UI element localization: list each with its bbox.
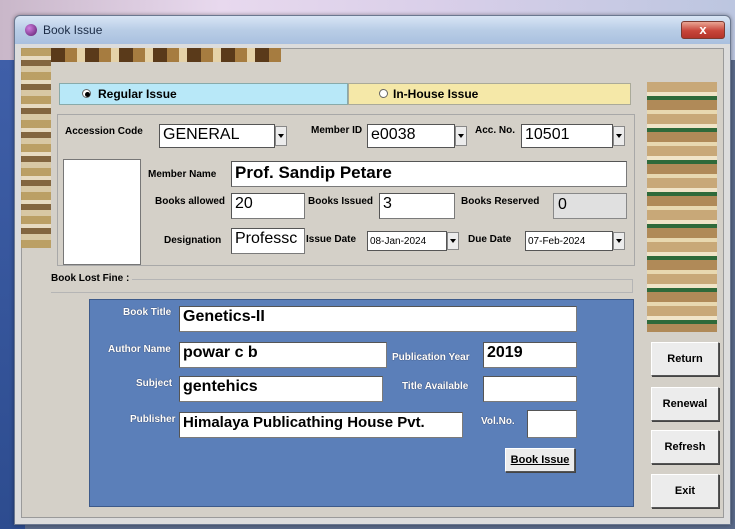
inhouse-issue-radio[interactable] [379,89,388,98]
exit-button[interactable]: Exit [651,474,719,508]
book-lost-fine-label: Book Lost Fine : [51,273,133,284]
acc-no-select[interactable]: 10501 [521,124,613,148]
acc-no-dropdown[interactable] [613,126,625,146]
book-title-field[interactable]: Genetics-II [179,306,577,332]
books-decoration-top [51,48,281,62]
issue-date-dropdown[interactable] [447,232,459,250]
inhouse-issue-option[interactable]: In-House Issue [348,83,631,105]
window-title: Book Issue [43,23,103,37]
subject-field[interactable]: gentehics [179,376,383,402]
member-id-select[interactable]: e0038 [367,124,455,148]
issue-date-picker[interactable]: 08-Jan-2024 [367,231,447,251]
title-bar[interactable]: Book Issue x [15,16,730,44]
renewal-button[interactable]: Renewal [651,387,719,421]
app-icon [25,24,37,36]
due-date-dropdown[interactable] [613,232,625,250]
books-decoration-right [647,82,717,332]
member-id-dropdown[interactable] [455,126,467,146]
due-date-value: 07-Feb-2024 [528,236,586,247]
accession-code-value: GENERAL [163,126,240,143]
book-lost-fine-frame [51,279,633,293]
designation-field[interactable]: Professc [231,228,305,254]
regular-issue-option[interactable]: Regular Issue [59,83,348,105]
books-issued-field[interactable]: 3 [379,193,455,219]
book-issue-window: Book Issue x Regular Issue In-House Issu… [14,15,731,525]
member-id-label: Member ID [311,125,363,136]
publication-year-field[interactable]: 2019 [483,342,577,368]
author-name-field[interactable]: powar c b [179,342,387,368]
books-issued-label: Books Issued [308,196,374,207]
books-decoration-left [21,48,51,248]
vol-no-field[interactable] [527,410,577,438]
member-name-label: Member Name [148,169,217,180]
acc-no-value: 10501 [525,126,570,143]
issue-date-label: Issue Date [306,234,357,245]
member-id-value: e0038 [371,126,416,143]
books-allowed-field[interactable]: 20 [231,193,305,219]
inhouse-issue-label: In-House Issue [393,87,479,101]
title-available-label: Title Available [402,381,469,392]
member-photo [63,159,141,265]
book-title-label: Book Title [123,307,172,318]
accession-code-label: Accession Code [65,126,143,137]
author-name-label: Author Name [108,344,171,355]
accession-code-dropdown[interactable] [275,126,287,146]
accession-code-select[interactable]: GENERAL [159,124,275,148]
designation-label: Designation [164,235,222,246]
close-button[interactable]: x [681,21,725,39]
subject-label: Subject [136,378,173,389]
vol-no-label: Vol.No. [481,416,515,427]
acc-no-label: Acc. No. [475,125,516,136]
return-button[interactable]: Return [651,342,719,376]
publisher-label: Publisher [130,414,176,425]
title-available-field[interactable] [483,376,577,402]
due-date-label: Due Date [468,234,512,245]
regular-issue-radio[interactable] [82,89,91,98]
due-date-picker[interactable]: 07-Feb-2024 [525,231,613,251]
refresh-button[interactable]: Refresh [651,430,719,464]
member-name-field[interactable]: Prof. Sandip Petare [231,161,627,187]
books-allowed-label: Books allowed [155,196,226,207]
publisher-field[interactable]: Himalaya Publicathing House Pvt. [179,412,463,438]
book-issue-button[interactable]: Book Issue [505,448,575,472]
books-reserved-field: 0 [553,193,627,219]
regular-issue-label: Regular Issue [98,87,177,101]
books-reserved-label: Books Reserved [461,196,540,207]
issue-date-value: 08-Jan-2024 [370,236,427,247]
publication-year-label: Publication Year [392,352,470,363]
